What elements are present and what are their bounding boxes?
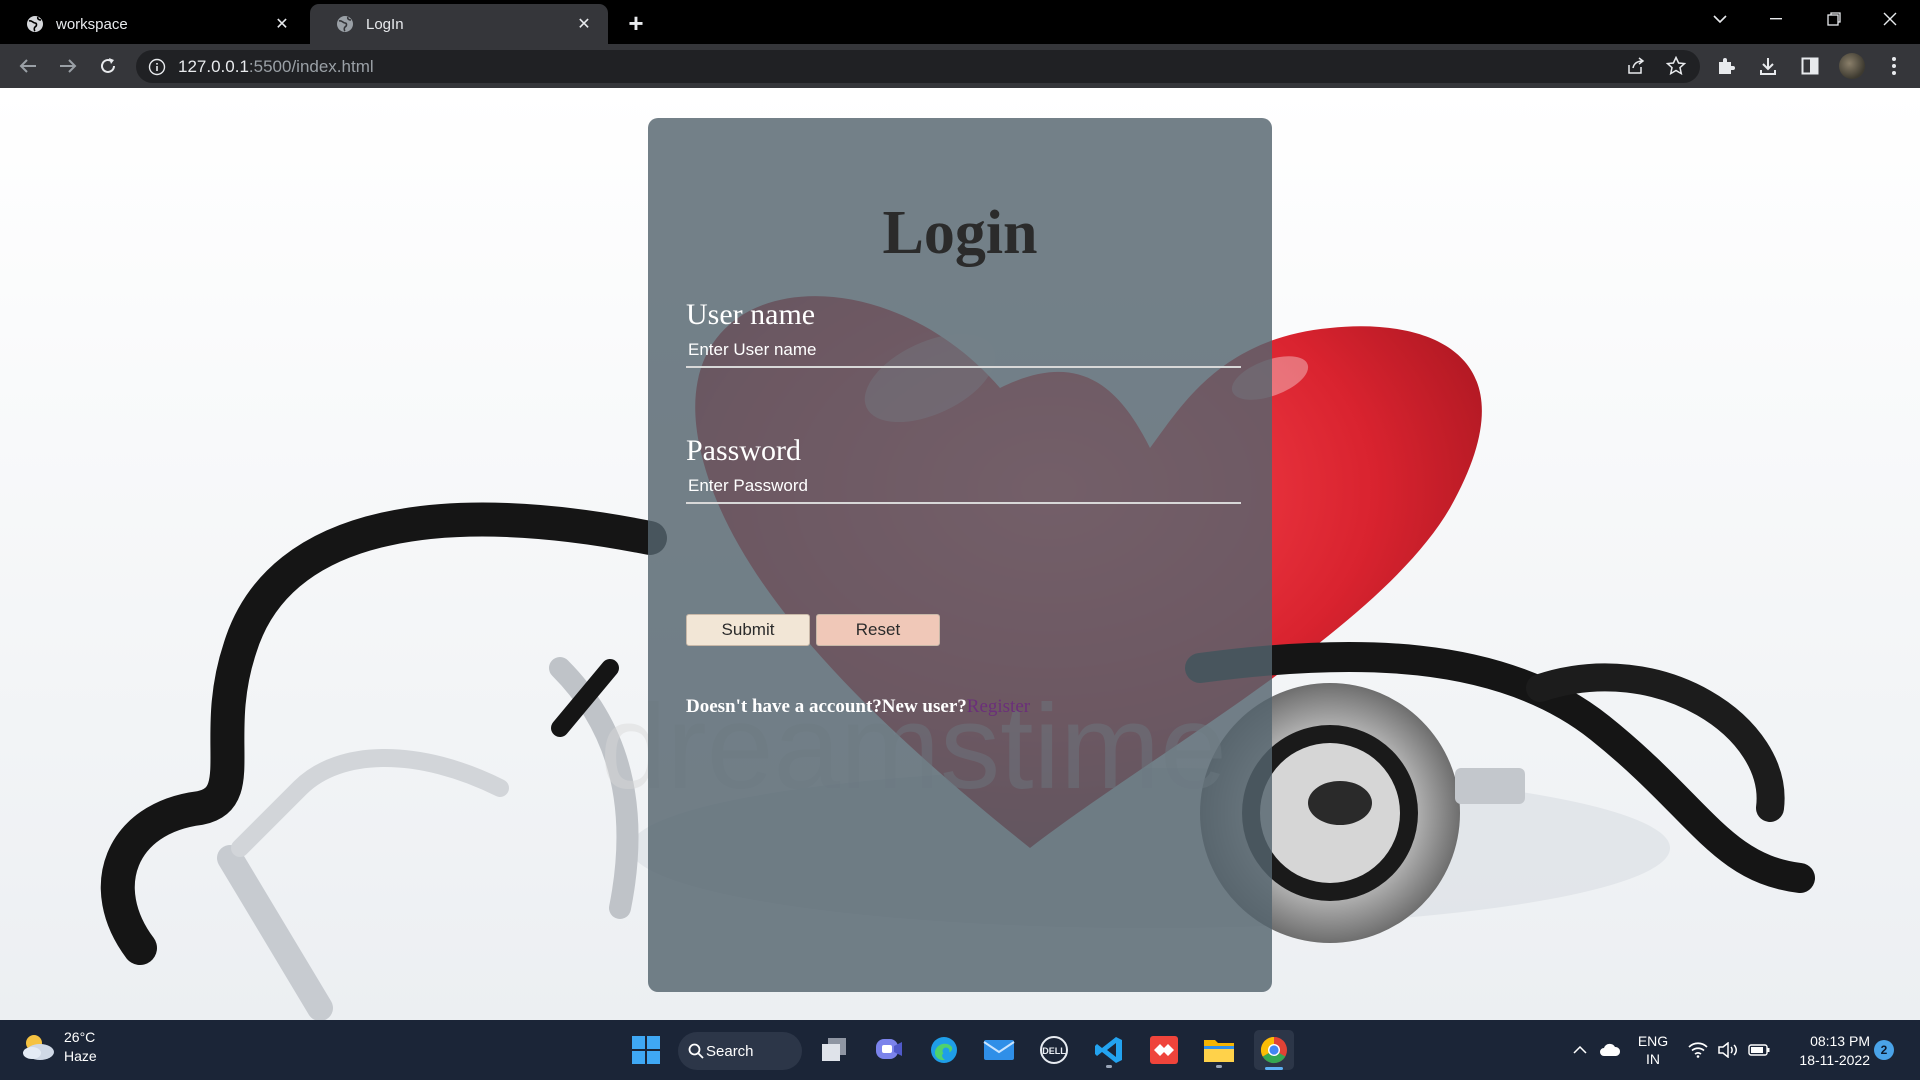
tab-workspace[interactable]: workspace ✕	[0, 4, 306, 44]
forward-arrow-icon[interactable]	[52, 50, 84, 82]
language-code: ENG	[1637, 1033, 1669, 1049]
wifi-icon[interactable]	[1686, 1020, 1710, 1080]
chevron-up-icon[interactable]	[1570, 1020, 1590, 1080]
share-icon[interactable]	[1622, 52, 1650, 80]
weather-condition: Haze	[64, 1048, 97, 1064]
login-card: Login User name Password Submit Reset Do…	[648, 118, 1272, 992]
weather-haze-icon	[23, 1035, 54, 1060]
username-label: User name	[686, 298, 816, 331]
mail-icon[interactable]	[979, 1030, 1019, 1070]
register-prompt-text: Doesn't have a account?New user?	[686, 696, 967, 717]
globe-icon	[27, 16, 43, 32]
new-tab-icon[interactable]: +	[622, 8, 650, 38]
region-code: IN	[1646, 1051, 1660, 1067]
side-panel-icon[interactable]	[1796, 52, 1824, 80]
back-arrow-icon[interactable]	[12, 50, 44, 82]
url-host: 127.0.0.1	[178, 56, 249, 76]
anydesk-icon[interactable]	[1144, 1030, 1184, 1070]
browser-tab-strip: workspace ✕ LogIn ✕ +	[0, 0, 1920, 44]
system-clock[interactable]: 08:13 PM 18-11-2022	[1780, 1032, 1870, 1070]
windows-start-icon[interactable]	[626, 1030, 666, 1070]
password-input[interactable]	[686, 470, 1241, 504]
url-path: :5500/index.html	[248, 56, 374, 76]
tab-title: workspace	[56, 15, 128, 33]
info-icon[interactable]	[148, 58, 166, 76]
restore-icon[interactable]	[1806, 0, 1862, 38]
download-icon[interactable]	[1754, 52, 1782, 80]
dell-icon[interactable]: DELL	[1034, 1030, 1074, 1070]
windows-taskbar: 26°C Haze Search DELL ENG IN 08:13 PM 18…	[0, 1020, 1920, 1080]
vscode-icon[interactable]	[1089, 1030, 1129, 1070]
browser-toolbar: 127.0.0.1:5500/index.html	[0, 44, 1920, 88]
task-view-icon[interactable]	[814, 1030, 854, 1070]
language-indicator[interactable]: ENG IN	[1636, 1032, 1670, 1068]
search-label: Search	[706, 1042, 754, 1060]
notification-badge[interactable]: 2	[1874, 1040, 1894, 1060]
register-prompt: Doesn't have a account?New user?Register	[686, 696, 1030, 718]
menu-kebab-icon[interactable]	[1880, 52, 1908, 80]
tab-search-icon[interactable]	[1692, 0, 1748, 38]
running-indicator	[1106, 1065, 1112, 1068]
close-icon[interactable]: ✕	[574, 14, 594, 34]
chrome-icon[interactable]	[1254, 1030, 1294, 1070]
battery-icon[interactable]	[1746, 1020, 1772, 1080]
avatar	[1839, 53, 1865, 79]
bookmark-star-icon[interactable]	[1662, 52, 1690, 80]
minimize-icon[interactable]	[1748, 0, 1804, 38]
active-indicator	[1265, 1067, 1283, 1070]
extensions-icon[interactable]	[1712, 52, 1740, 80]
onedrive-cloud-icon[interactable]	[1598, 1020, 1622, 1080]
volume-icon[interactable]	[1716, 1020, 1740, 1080]
edge-browser-icon[interactable]	[924, 1030, 964, 1070]
page-title: Login	[882, 199, 1038, 267]
address-bar[interactable]: 127.0.0.1:5500/index.html	[136, 50, 1700, 83]
clock-time: 08:13 PM	[1810, 1033, 1870, 1049]
weather-widget[interactable]: 26°C Haze	[20, 1028, 97, 1066]
svg-text:DELL: DELL	[1042, 1046, 1066, 1056]
reset-button[interactable]: Reset	[816, 614, 940, 646]
profile-avatar[interactable]	[1838, 52, 1866, 80]
weather-temperature: 26°C	[64, 1029, 96, 1045]
file-explorer-icon[interactable]	[1199, 1030, 1239, 1070]
tab-title: LogIn	[366, 15, 404, 33]
reload-icon[interactable]	[92, 50, 124, 82]
clock-date: 18-11-2022	[1799, 1052, 1870, 1068]
register-link[interactable]: Register	[967, 696, 1030, 717]
password-label: Password	[686, 434, 802, 467]
url-text: 127.0.0.1:5500/index.html	[178, 57, 374, 77]
close-icon[interactable]: ✕	[272, 14, 292, 34]
submit-button[interactable]: Submit	[686, 614, 810, 646]
close-window-icon[interactable]	[1862, 0, 1918, 38]
teams-chat-icon[interactable]	[869, 1030, 909, 1070]
search-icon	[688, 1043, 704, 1059]
taskbar-search[interactable]: Search	[678, 1032, 802, 1070]
username-input[interactable]	[686, 334, 1241, 368]
globe-icon	[337, 16, 353, 32]
running-indicator	[1216, 1065, 1222, 1068]
page-viewport: dreamstime Login User name Password Subm…	[0, 88, 1920, 1020]
tab-login[interactable]: LogIn ✕	[310, 4, 608, 44]
